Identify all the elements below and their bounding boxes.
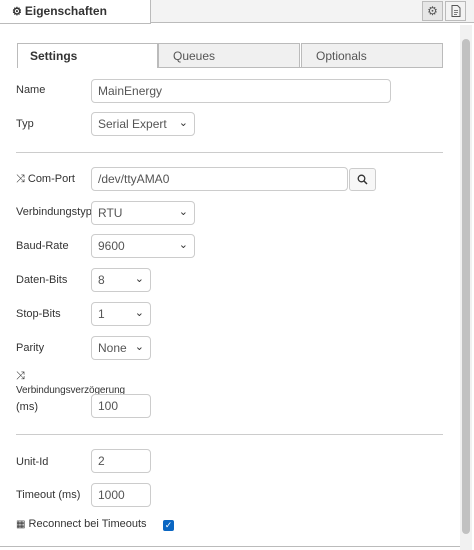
unitid-label: Unit-Id	[16, 456, 49, 468]
typ-select[interactable]: Serial Expert ⌄	[91, 112, 195, 136]
comport-label: ⤨ Com-Port	[16, 173, 75, 185]
properties-title: Eigenschaften	[24, 4, 107, 18]
tab-baseline	[157, 67, 443, 68]
parity-value: None	[98, 341, 127, 355]
chevron-down-icon: ⌄	[178, 117, 188, 129]
scrollbar-thumb[interactable]	[462, 39, 470, 534]
stopbits-select[interactable]: 1 ⌄	[91, 302, 151, 326]
section-divider	[16, 152, 443, 153]
parity-select[interactable]: None ⌄	[91, 336, 151, 360]
datenbits-value: 8	[98, 273, 105, 287]
document-icon	[451, 5, 460, 17]
reconnect-label: ▦ Reconnect bei Timeouts	[16, 518, 147, 530]
timeout-label: Timeout (ms)	[16, 489, 81, 501]
chevron-down-icon: ⌄	[178, 206, 188, 218]
tab-settings[interactable]: Settings	[17, 43, 158, 68]
baudrate-select[interactable]: 9600 ⌄	[91, 234, 195, 258]
name-label: Name	[16, 84, 46, 96]
grid-icon: ▦	[16, 519, 26, 530]
unitid-input[interactable]	[91, 449, 151, 473]
vertical-scrollbar[interactable]	[460, 25, 472, 550]
search-button[interactable]	[349, 168, 376, 191]
chevron-down-icon: ⌄	[178, 239, 188, 251]
verbindungstyp-select[interactable]: RTU ⌄	[91, 201, 195, 225]
datenbits-label: Daten-Bits	[16, 274, 68, 286]
bottom-border	[0, 546, 460, 547]
shuffle-icon: ⤨	[16, 173, 25, 185]
datenbits-select[interactable]: 8 ⌄	[91, 268, 151, 292]
gear-icon: ⚙	[427, 4, 438, 18]
chevron-down-icon: ⌄	[134, 273, 144, 285]
verbindungstyp-label: Verbindungstyp	[16, 206, 92, 218]
stopbits-label: Stop-Bits	[16, 308, 61, 320]
verzoegerung-input[interactable]	[91, 394, 151, 418]
typ-label: Typ	[16, 118, 34, 130]
typ-value: Serial Expert	[98, 117, 167, 131]
settings-button[interactable]: ⚙	[422, 1, 443, 21]
stopbits-value: 1	[98, 307, 105, 321]
info-button[interactable]	[445, 1, 466, 21]
properties-tab[interactable]: ⚙ Eigenschaften	[0, 0, 151, 24]
chevron-down-icon: ⌄	[134, 307, 144, 319]
name-input[interactable]	[91, 79, 391, 103]
verbindungstyp-value: RTU	[98, 206, 123, 220]
gear-icon: ⚙	[12, 6, 22, 18]
parity-label: Parity	[16, 342, 45, 354]
timeout-input[interactable]	[91, 483, 151, 507]
baudrate-label: Baud-Rate	[16, 240, 69, 252]
comport-input[interactable]	[91, 167, 348, 191]
tab-optionals[interactable]: Optionals	[301, 43, 443, 67]
verzoegerung-unit-label: (ms)	[16, 401, 38, 413]
shuffle-icon: ⤨	[16, 370, 25, 382]
section-divider	[16, 434, 443, 435]
baudrate-value: 9600	[98, 239, 125, 253]
chevron-down-icon: ⌄	[134, 341, 144, 353]
search-icon	[357, 174, 368, 185]
reconnect-checkbox[interactable]: ✓	[163, 520, 174, 531]
tab-queues[interactable]: Queues	[158, 43, 300, 67]
